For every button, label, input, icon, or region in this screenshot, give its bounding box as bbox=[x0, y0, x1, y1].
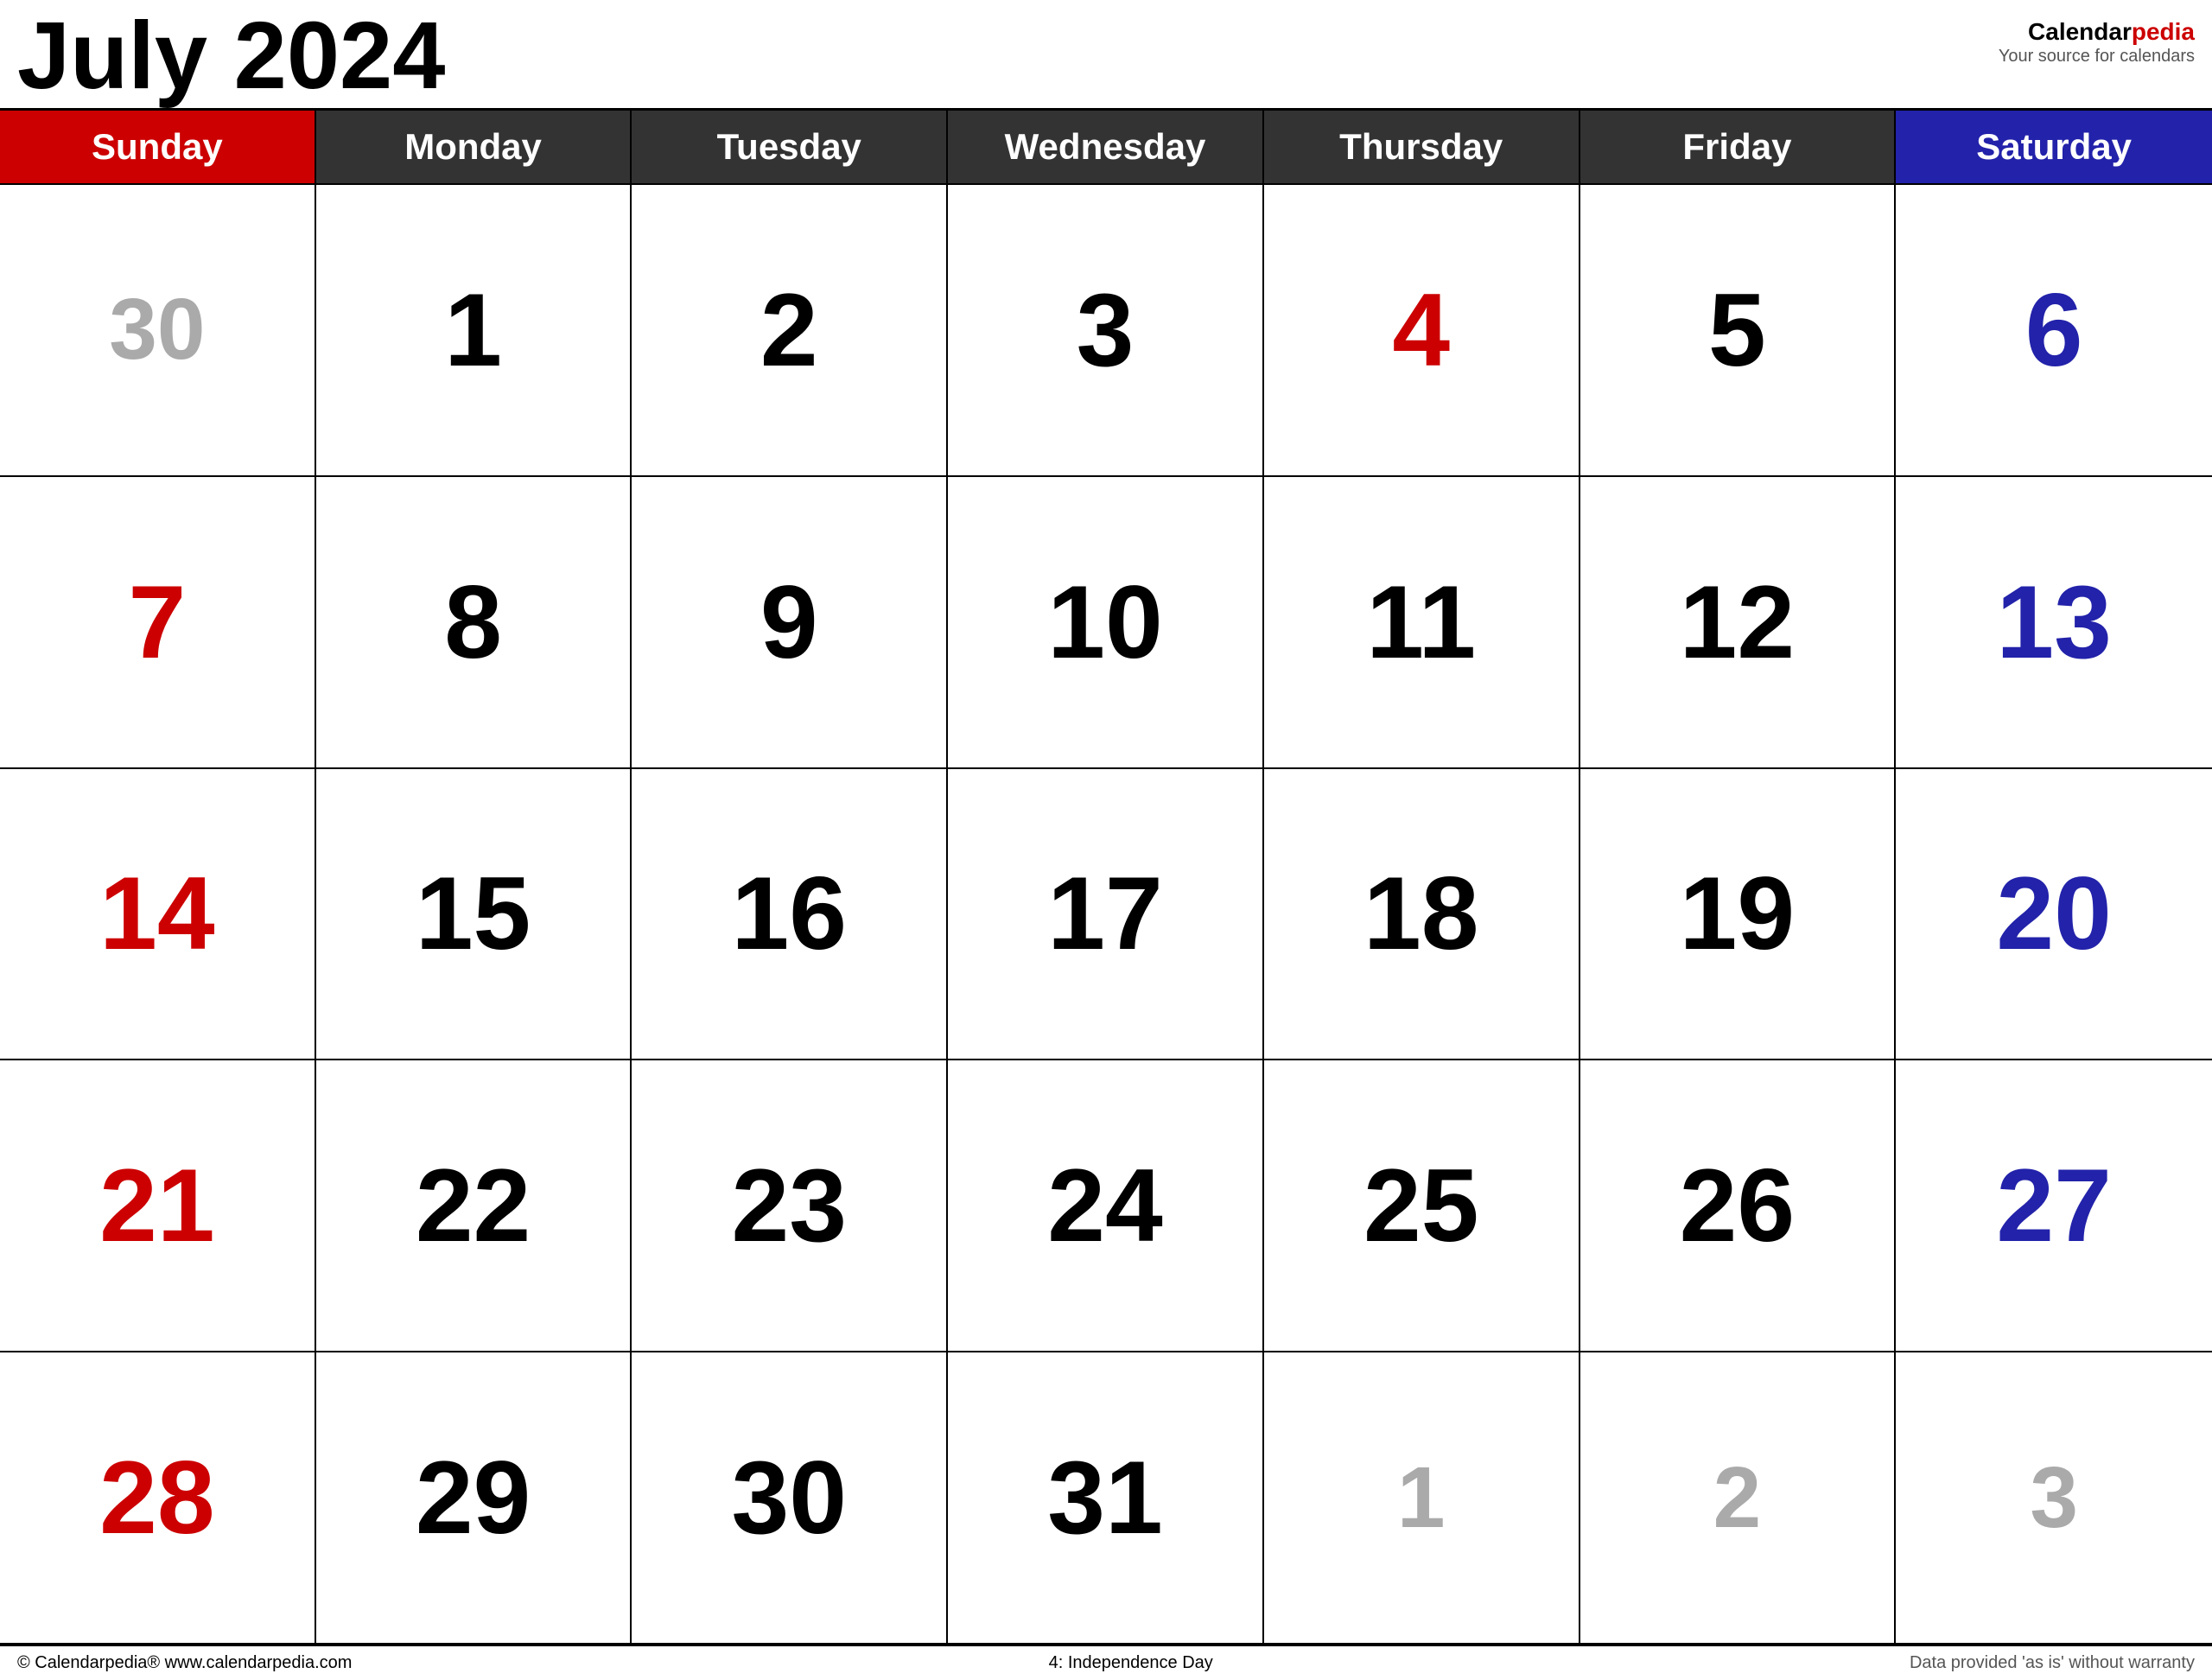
calendar-day-11[interactable]: 11 bbox=[1264, 477, 1580, 769]
header-saturday: Saturday bbox=[1896, 111, 2212, 183]
calendar-day-31[interactable]: 31 bbox=[948, 1352, 1264, 1645]
header-thursday: Thursday bbox=[1264, 111, 1580, 183]
calendar-day-16[interactable]: 16 bbox=[632, 769, 948, 1061]
calendar-day-32[interactable]: 1 bbox=[1264, 1352, 1580, 1645]
calendar-day-1[interactable]: 1 bbox=[316, 185, 632, 477]
calendar-day-18[interactable]: 18 bbox=[1264, 769, 1580, 1061]
calendar-day-34[interactable]: 3 bbox=[1896, 1352, 2212, 1645]
calendar-day-6[interactable]: 6 bbox=[1896, 185, 2212, 477]
calendar-day-17[interactable]: 17 bbox=[948, 769, 1264, 1061]
calendar-day-14[interactable]: 14 bbox=[0, 769, 316, 1061]
calendar-day-4[interactable]: 4 bbox=[1264, 185, 1580, 477]
month-title: July 2024 bbox=[17, 9, 445, 104]
page-wrapper: July 2024 Calendarpedia Your source for … bbox=[0, 0, 2212, 1680]
calendar-day-13[interactable]: 13 bbox=[1896, 477, 2212, 769]
calendar-day-12[interactable]: 12 bbox=[1580, 477, 1897, 769]
header-friday: Friday bbox=[1580, 111, 1897, 183]
calendar-day-21[interactable]: 21 bbox=[0, 1060, 316, 1352]
calendar-day-20[interactable]: 20 bbox=[1896, 769, 2212, 1061]
header-wednesday: Wednesday bbox=[948, 111, 1264, 183]
logo-accent: pedia bbox=[2132, 18, 2195, 45]
calendar-day-5[interactable]: 5 bbox=[1580, 185, 1897, 477]
calendar-day-24[interactable]: 24 bbox=[948, 1060, 1264, 1352]
calendar-day-25[interactable]: 25 bbox=[1264, 1060, 1580, 1352]
footer-copyright: © Calendarpedia® www.calendarpedia.com bbox=[17, 1653, 352, 1673]
calendar-header: July 2024 Calendarpedia Your source for … bbox=[0, 0, 2212, 108]
calendar-day-10[interactable]: 10 bbox=[948, 477, 1264, 769]
calendar-grid: 3012345678910111213141516171819202122232… bbox=[0, 183, 2212, 1645]
logo-tagline: Your source for calendars bbox=[1999, 47, 2195, 67]
calendar-day-28[interactable]: 28 bbox=[0, 1352, 316, 1645]
calendar-day-8[interactable]: 8 bbox=[316, 477, 632, 769]
calendar-day-2[interactable]: 2 bbox=[632, 185, 948, 477]
calendar-day-3[interactable]: 3 bbox=[948, 185, 1264, 477]
logo-area: Calendarpedia Your source for calendars bbox=[1999, 9, 2195, 67]
calendar-day-7[interactable]: 7 bbox=[0, 477, 316, 769]
calendar-day-9[interactable]: 9 bbox=[632, 477, 948, 769]
day-headers: Sunday Monday Tuesday Wednesday Thursday… bbox=[0, 111, 2212, 183]
calendar-day-27[interactable]: 27 bbox=[1896, 1060, 2212, 1352]
header-sunday: Sunday bbox=[0, 111, 316, 183]
calendar-day-0[interactable]: 30 bbox=[0, 185, 316, 477]
calendar-container: Sunday Monday Tuesday Wednesday Thursday… bbox=[0, 108, 2212, 1645]
calendar-day-19[interactable]: 19 bbox=[1580, 769, 1897, 1061]
logo-text: Calendarpedia bbox=[1999, 17, 2195, 47]
calendar-footer: © Calendarpedia® www.calendarpedia.com 4… bbox=[0, 1645, 2212, 1680]
calendar-day-26[interactable]: 26 bbox=[1580, 1060, 1897, 1352]
footer-disclaimer: Data provided 'as is' without warranty bbox=[1910, 1653, 2195, 1673]
calendar-day-33[interactable]: 2 bbox=[1580, 1352, 1897, 1645]
calendar-day-23[interactable]: 23 bbox=[632, 1060, 948, 1352]
header-tuesday: Tuesday bbox=[632, 111, 948, 183]
calendar-day-22[interactable]: 22 bbox=[316, 1060, 632, 1352]
calendar-day-30[interactable]: 30 bbox=[632, 1352, 948, 1645]
header-monday: Monday bbox=[316, 111, 632, 183]
calendar-day-15[interactable]: 15 bbox=[316, 769, 632, 1061]
footer-holiday: 4: Independence Day bbox=[1049, 1653, 1213, 1673]
calendar-day-29[interactable]: 29 bbox=[316, 1352, 632, 1645]
